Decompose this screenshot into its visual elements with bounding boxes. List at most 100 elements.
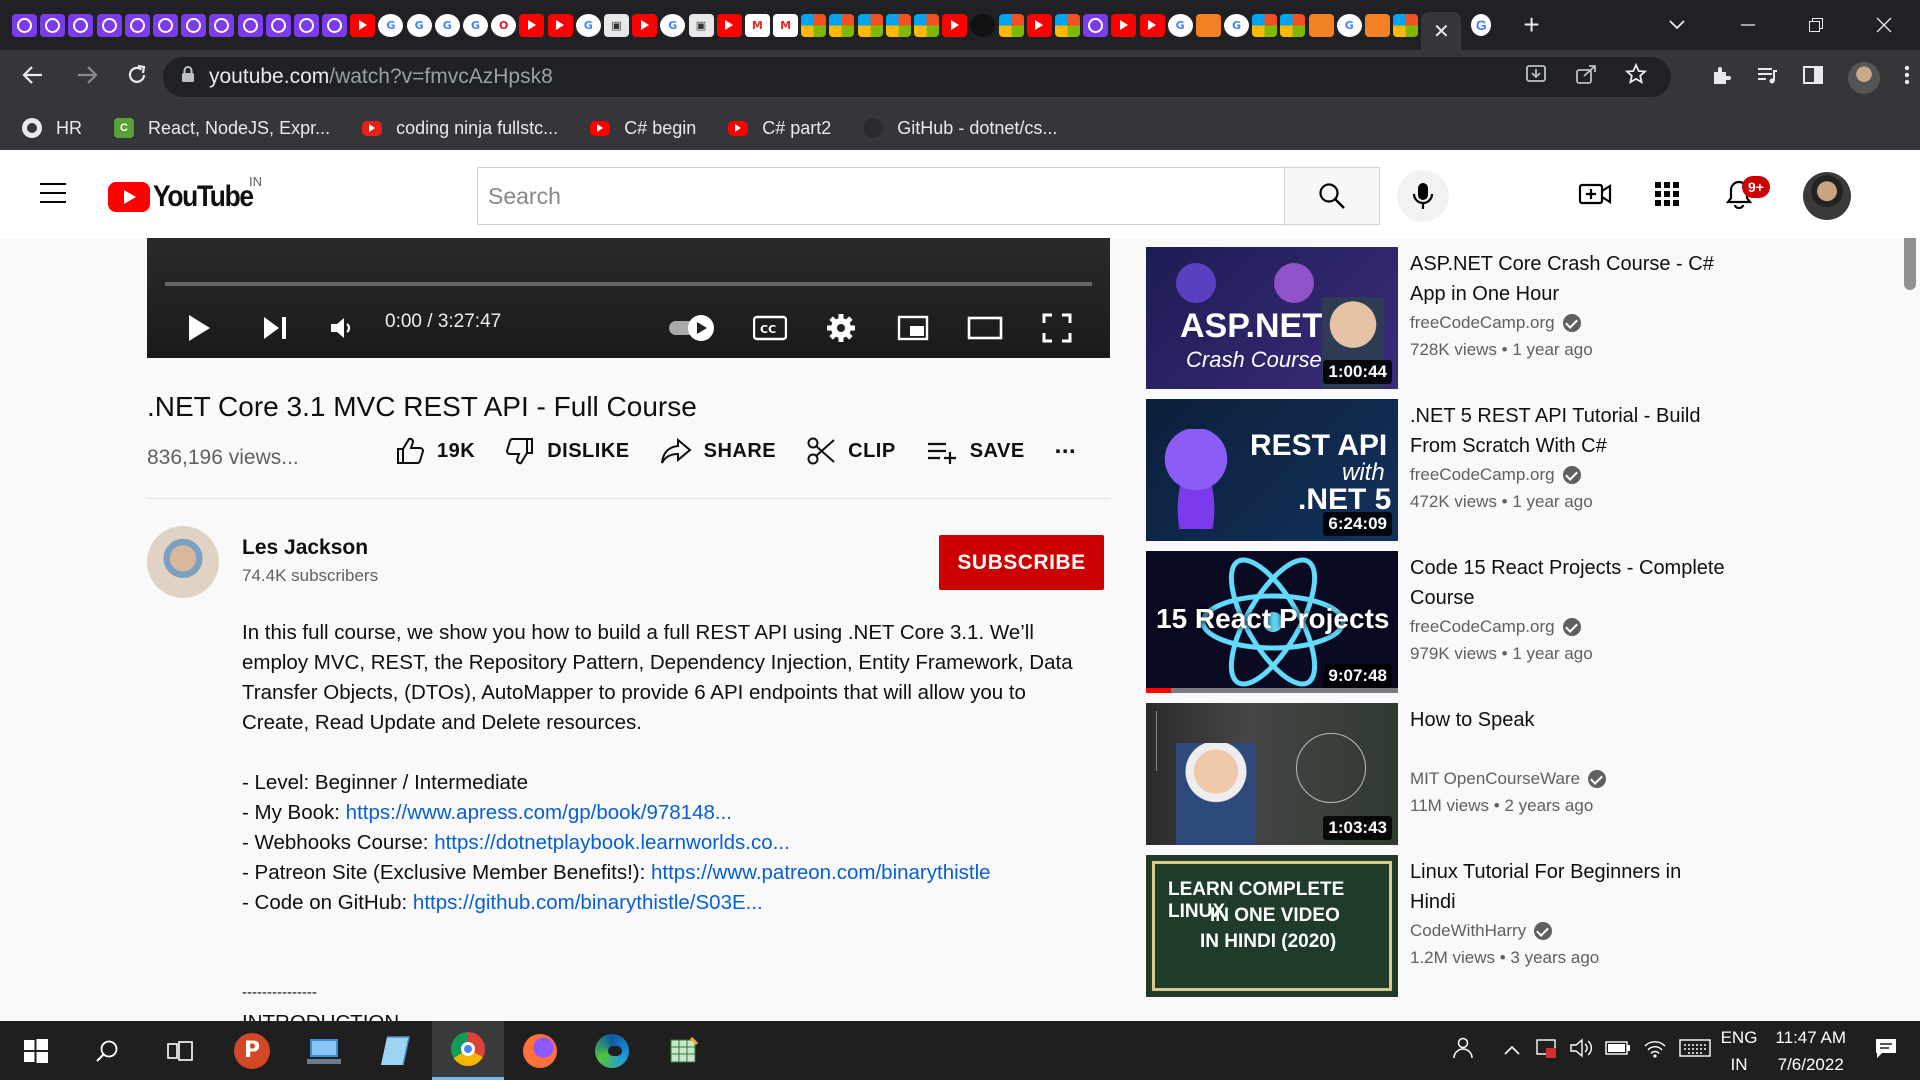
voice-search-button[interactable] bbox=[1397, 170, 1449, 222]
profile-avatar[interactable] bbox=[1848, 62, 1880, 94]
webhooks-link[interactable]: https://dotnetplaybook.learnworlds.co... bbox=[434, 831, 790, 854]
like-button[interactable]: 19K bbox=[395, 436, 475, 466]
tab-favicon-ms[interactable] bbox=[1280, 13, 1306, 37]
google-tab-icon[interactable]: G bbox=[1471, 14, 1492, 36]
bookmark-item[interactable]: C# part2 bbox=[728, 118, 831, 139]
bookmark-item[interactable]: HR bbox=[22, 118, 82, 139]
tab-favicon-pw[interactable] bbox=[12, 13, 37, 37]
tab-favicon-pw[interactable] bbox=[152, 13, 178, 37]
media-control-icon[interactable] bbox=[1756, 64, 1778, 92]
tab-favicon-g[interactable]: G bbox=[575, 13, 601, 37]
dislike-button[interactable]: DISLIKE bbox=[505, 436, 629, 466]
tab-favicon-pw[interactable] bbox=[265, 13, 291, 37]
related-video-channel[interactable]: CodeWithHarry bbox=[1410, 921, 1553, 941]
view-count[interactable]: 836,196 views... bbox=[147, 446, 299, 470]
taskbar-app-excel[interactable] bbox=[648, 1021, 720, 1080]
bookmark-star-icon[interactable] bbox=[1624, 62, 1648, 91]
autoplay-toggle[interactable] bbox=[665, 308, 721, 348]
share-page-icon[interactable] bbox=[1575, 63, 1597, 91]
related-video-title[interactable]: How to Speak bbox=[1410, 705, 1730, 735]
taskbar-app-pc[interactable] bbox=[288, 1021, 360, 1080]
tab-favicon-yt[interactable] bbox=[942, 13, 968, 37]
tab-favicon-ms[interactable] bbox=[914, 13, 939, 37]
keyboard-icon[interactable] bbox=[1678, 1038, 1711, 1063]
windows-start-button[interactable] bbox=[0, 1021, 72, 1080]
related-video-card[interactable]: 15 React Projects 9:07:48 Code 15 React Pr… bbox=[1146, 551, 1746, 693]
tab-search-icon[interactable] bbox=[1668, 0, 1686, 50]
video-thumbnail[interactable]: 1:03:43 bbox=[1146, 703, 1398, 845]
tab-favicon-bk[interactable]: ▣ bbox=[603, 13, 629, 37]
related-video-title[interactable]: Linux Tutorial For Beginners in Hindi bbox=[1410, 857, 1730, 917]
tab-favicon-yt[interactable] bbox=[547, 13, 573, 37]
create-video-icon[interactable] bbox=[1577, 176, 1613, 212]
bookmark-item[interactable]: C# begin bbox=[590, 118, 696, 139]
restore-button[interactable] bbox=[1808, 0, 1824, 50]
tab-favicon-ms[interactable] bbox=[1393, 13, 1419, 37]
more-actions-button[interactable]: ... bbox=[1055, 432, 1077, 460]
channel-avatar[interactable] bbox=[147, 526, 219, 598]
close-window-button[interactable] bbox=[1876, 0, 1892, 50]
related-video-title[interactable]: .NET 5 REST API Tutorial - Build From Sc… bbox=[1410, 401, 1730, 461]
video-thumbnail[interactable]: LEARN COMPLETE LINUX IN ONE VIDEO IN HINDI… bbox=[1146, 855, 1398, 997]
settings-gear-icon[interactable] bbox=[819, 308, 863, 348]
antivirus-icon[interactable] bbox=[1535, 1037, 1557, 1064]
volume-icon[interactable] bbox=[322, 308, 362, 348]
tab-favicon-ms[interactable] bbox=[829, 13, 855, 37]
speaker-icon[interactable] bbox=[1569, 1037, 1593, 1064]
tab-favicon-pw[interactable] bbox=[96, 13, 122, 37]
tab-favicon-pw[interactable] bbox=[40, 13, 66, 37]
taskbar-app-powerpoint[interactable]: P bbox=[216, 1021, 288, 1080]
bookmark-item[interactable]: C React, NodeJS, Expr... bbox=[114, 118, 330, 139]
new-tab-button[interactable]: + bbox=[1523, 11, 1539, 39]
side-panel-icon[interactable] bbox=[1802, 64, 1824, 92]
tab-favicon-pw[interactable] bbox=[1083, 13, 1109, 37]
search-taskbar-button[interactable] bbox=[72, 1021, 144, 1080]
miniplayer-icon[interactable] bbox=[891, 308, 935, 348]
account-avatar[interactable] bbox=[1803, 172, 1851, 220]
play-icon[interactable] bbox=[179, 308, 219, 348]
address-bar[interactable]: youtube.com/watch?v=fmvcAzHpsk8 bbox=[163, 57, 1671, 97]
tab-favicon-pw[interactable] bbox=[181, 13, 207, 37]
hamburger-menu-icon[interactable] bbox=[40, 183, 66, 203]
tab-favicon-bk[interactable]: ▣ bbox=[688, 13, 714, 37]
related-video-card[interactable]: LEARN COMPLETE LINUX IN ONE VIDEO IN HINDI… bbox=[1146, 855, 1746, 997]
tab-favicon-g[interactable]: G bbox=[434, 13, 460, 37]
tab-favicon-yt[interactable] bbox=[716, 13, 742, 37]
tab-favicon-pw[interactable] bbox=[68, 13, 94, 37]
tab-favicon-pw[interactable] bbox=[322, 13, 348, 37]
tab-favicon-so[interactable] bbox=[1308, 13, 1334, 37]
tab-favicon-ms[interactable] bbox=[801, 13, 827, 37]
forward-button[interactable] bbox=[64, 64, 110, 93]
chrome-menu-icon[interactable] bbox=[1904, 64, 1910, 92]
next-video-icon[interactable] bbox=[255, 308, 295, 348]
tab-favicon-g[interactable]: G bbox=[378, 13, 404, 37]
tab-favicon-pw[interactable] bbox=[124, 13, 150, 37]
bookmark-item[interactable]: coding ninja fullstc... bbox=[362, 118, 558, 139]
tab-favicon-yt[interactable] bbox=[350, 13, 376, 37]
tab-favicon-pw[interactable] bbox=[293, 13, 319, 37]
tab-favicon-pw[interactable] bbox=[209, 13, 235, 37]
video-thumbnail[interactable]: ASP.NET Crash Course 1:00:44 bbox=[1146, 247, 1398, 389]
tab-favicon-so[interactable] bbox=[1195, 13, 1221, 37]
related-video-channel[interactable]: freeCodeCamp.org bbox=[1410, 617, 1581, 637]
clip-button[interactable]: CLIP bbox=[806, 436, 896, 466]
tab-favicon-ms[interactable] bbox=[1252, 13, 1278, 37]
tab-favicon-gm[interactable]: M bbox=[773, 13, 799, 37]
task-view-button[interactable] bbox=[144, 1021, 216, 1080]
taskbar-app-notepad[interactable] bbox=[360, 1021, 432, 1080]
minimize-button[interactable] bbox=[1740, 0, 1756, 50]
tab-favicon-pw[interactable] bbox=[237, 13, 263, 37]
github-link[interactable]: https://github.com/binarythistle/S03E... bbox=[413, 891, 763, 914]
video-thumbnail[interactable]: REST API with .NET 5 6:24:09 bbox=[1146, 399, 1398, 541]
install-app-icon[interactable] bbox=[1525, 63, 1547, 91]
related-video-channel[interactable]: freeCodeCamp.org bbox=[1410, 313, 1581, 333]
tab-favicon-g[interactable]: G bbox=[1167, 13, 1193, 37]
share-button[interactable]: SHARE bbox=[660, 436, 777, 466]
close-tab-icon[interactable]: ✕ bbox=[1433, 19, 1450, 44]
active-tab[interactable]: ✕ bbox=[1421, 12, 1462, 50]
tab-favicon-gm[interactable]: M bbox=[744, 13, 770, 37]
related-video-title[interactable]: Code 15 React Projects - Complete Course bbox=[1410, 553, 1730, 613]
taskbar-app-chrome[interactable] bbox=[432, 1021, 504, 1080]
tab-favicon-ms[interactable] bbox=[998, 13, 1024, 37]
tab-favicon-ms[interactable] bbox=[857, 13, 883, 37]
